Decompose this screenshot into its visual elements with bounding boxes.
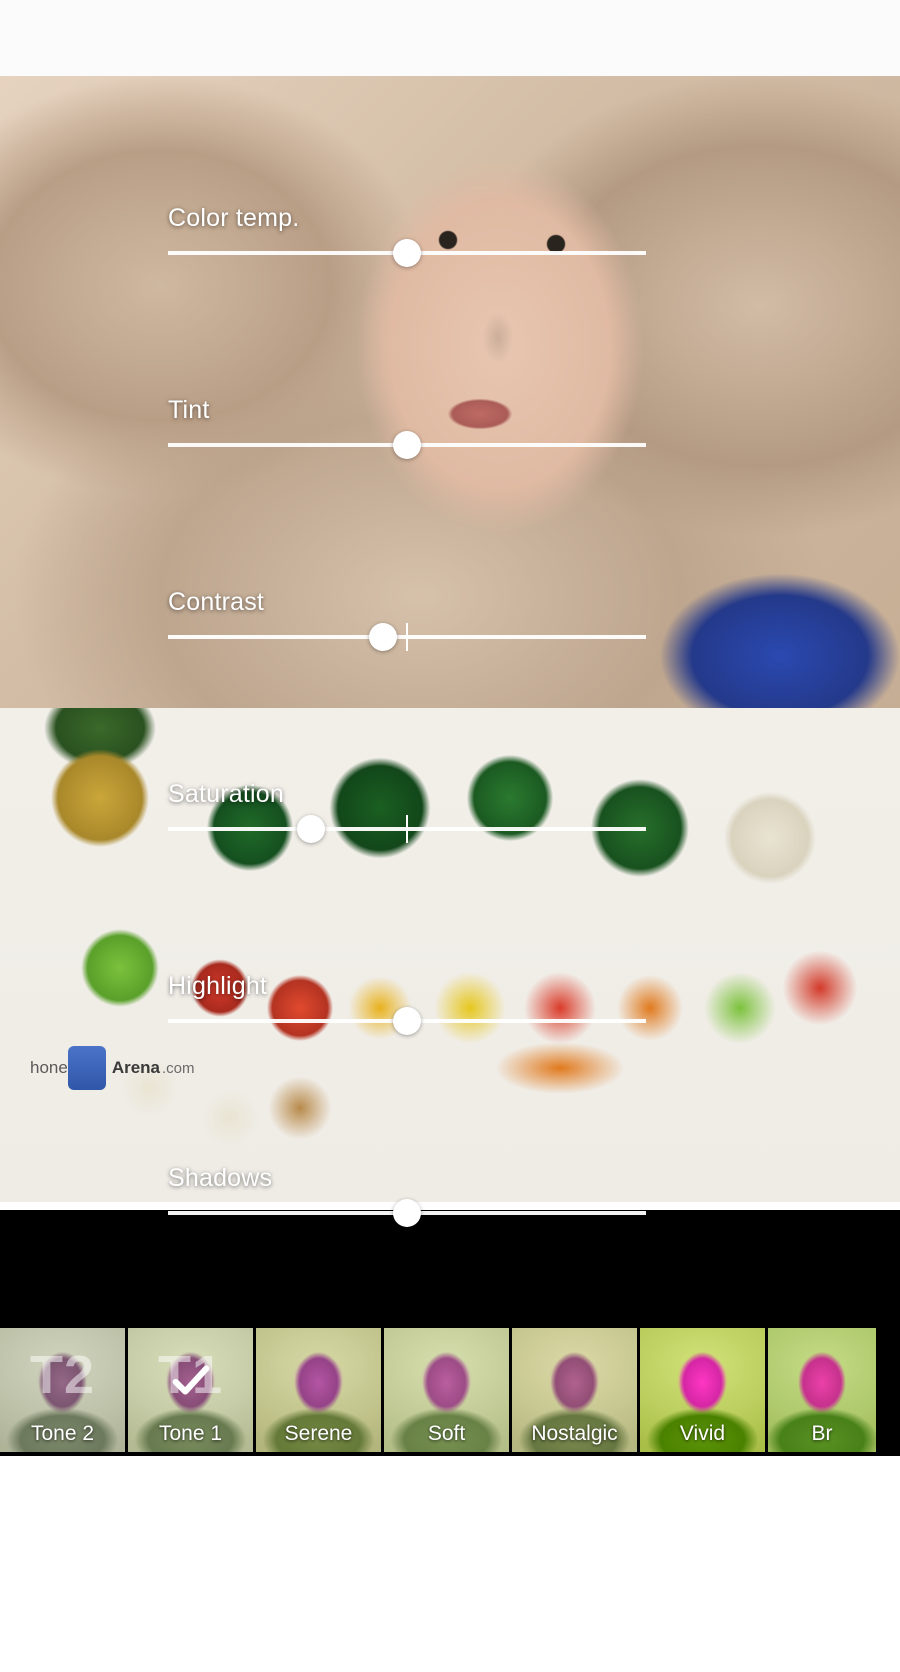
filter-name: Tone 2 bbox=[0, 1422, 125, 1446]
slider-thumb[interactable] bbox=[297, 815, 325, 843]
slider-track[interactable] bbox=[168, 1019, 646, 1023]
slider-thumb[interactable] bbox=[369, 623, 397, 651]
filter-strip[interactable]: T2 Tone 2T1Tone 1SereneSoftNostalgicVivid… bbox=[0, 1328, 900, 1456]
slider-label: Saturation bbox=[168, 780, 646, 809]
filter-name: Br bbox=[768, 1422, 876, 1446]
filter-name: Vivid bbox=[640, 1422, 765, 1446]
slider-tint[interactable]: Tint bbox=[168, 396, 646, 447]
slider-thumb[interactable] bbox=[393, 431, 421, 459]
photo-editor-screen: hone Arena .com Color temp.TintContrastS… bbox=[0, 0, 900, 1672]
filter-name: Nostalgic bbox=[512, 1422, 637, 1446]
filter-name: Soft bbox=[384, 1422, 509, 1446]
filter-chip-tone2[interactable]: T2 Tone 2 bbox=[0, 1328, 125, 1452]
slider-thumb[interactable] bbox=[393, 239, 421, 267]
slider-track[interactable] bbox=[168, 1211, 646, 1215]
slider-label: Tint bbox=[168, 396, 646, 425]
slider-thumb[interactable] bbox=[393, 1007, 421, 1035]
slider-label: Highlight bbox=[168, 972, 646, 1001]
slider-track[interactable] bbox=[168, 827, 646, 831]
bottom-padding bbox=[0, 1456, 900, 1672]
filter-chip-vivid[interactable]: Vivid bbox=[640, 1328, 765, 1452]
slider-contrast[interactable]: Contrast bbox=[168, 588, 646, 639]
slider-track[interactable] bbox=[168, 635, 646, 639]
filter-big-label: T2 bbox=[0, 1344, 125, 1406]
slider-shadows[interactable]: Shadows bbox=[168, 1164, 646, 1215]
slider-label: Shadows bbox=[168, 1164, 646, 1193]
slider-thumb[interactable] bbox=[393, 1199, 421, 1227]
filter-name: Tone 1 bbox=[128, 1422, 253, 1446]
slider-highlight[interactable]: Highlight bbox=[168, 972, 646, 1023]
slider-track[interactable] bbox=[168, 443, 646, 447]
check-icon bbox=[168, 1357, 214, 1403]
slider-label: Contrast bbox=[168, 588, 646, 617]
filter-name: Serene bbox=[256, 1422, 381, 1446]
filter-chip-tone1[interactable]: T1Tone 1 bbox=[128, 1328, 253, 1452]
slider-track[interactable] bbox=[168, 251, 646, 255]
filter-chip-nostalgic[interactable]: Nostalgic bbox=[512, 1328, 637, 1452]
slider-color_temp[interactable]: Color temp. bbox=[168, 204, 646, 255]
filter-chip-serene[interactable]: Serene bbox=[256, 1328, 381, 1452]
slider-label: Color temp. bbox=[168, 204, 646, 233]
slider-center-tick bbox=[406, 623, 408, 651]
status-bar-area bbox=[0, 0, 900, 76]
sliders-overlay: Color temp. Tint Contrast Saturation Highlig… bbox=[0, 76, 900, 1328]
filter-chip-soft[interactable]: Soft bbox=[384, 1328, 509, 1452]
slider-saturation[interactable]: Saturation bbox=[168, 780, 646, 831]
filter-chip-breeze[interactable]: Br bbox=[768, 1328, 876, 1452]
slider-center-tick bbox=[406, 815, 408, 843]
